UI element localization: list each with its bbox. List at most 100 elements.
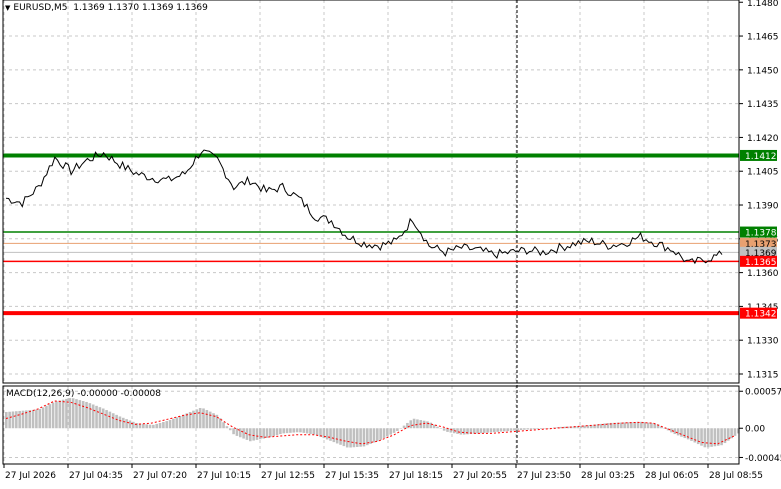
- macd-bar: [165, 421, 169, 429]
- time-tick-label: 28 Jul 03:25: [581, 471, 635, 481]
- macd-bar: [513, 428, 516, 431]
- macd-bar: [11, 411, 15, 429]
- chart-header: ▼ EURUSD,M5 1.1369 1.1370 1.1369 1.1369: [5, 3, 208, 13]
- macd-bar: [168, 420, 172, 429]
- price-tick-label: 1.1390: [747, 202, 779, 212]
- macd-bar: [379, 428, 382, 440]
- time-tick-label: 28 Jul 08:55: [709, 471, 763, 481]
- level-lines[interactable]: [3, 153, 739, 316]
- ohlc-values: 1.1369 1.1370 1.1369 1.1369: [73, 3, 208, 13]
- macd-bar: [8, 411, 11, 429]
- macd-bar: [372, 428, 376, 443]
- macd-bar: [125, 419, 128, 429]
- macd-bar: [439, 428, 443, 429]
- macd-bar: [81, 401, 85, 429]
- chart-svg[interactable]: 1.1480 1.1465 1.1450 1.1435 1.1420 1.1405 1.13…: [0, 0, 781, 489]
- macd-bar: [325, 428, 329, 440]
- macd-bar: [222, 422, 225, 429]
- macd-tick-label: -0.00045: [745, 454, 781, 464]
- time-tick-label: 27 Jul 23:50: [517, 471, 571, 481]
- macd-bar: [142, 423, 145, 429]
- macd-bar: [88, 403, 92, 429]
- macd-bar: [706, 428, 710, 448]
- price-tick-label: 1.1315: [747, 370, 779, 380]
- macd-bar: [493, 428, 496, 433]
- macd-bar: [51, 402, 55, 429]
- macd-bar: [302, 428, 306, 433]
- macd-bar: [456, 428, 459, 434]
- macd-bar: [345, 428, 349, 448]
- macd-bar: [332, 428, 336, 443]
- macd-bar: [175, 417, 179, 429]
- macd-bar: [479, 428, 483, 434]
- dropdown-triangle-icon[interactable]: ▼: [5, 4, 10, 12]
- macd-bar: [35, 409, 38, 429]
- price-tick-label: 1.1480: [747, 0, 779, 9]
- macd-bar: [429, 422, 433, 429]
- macd-bar: [503, 428, 506, 432]
- macd-bar: [466, 428, 469, 435]
- time-axis: 27 Jul 2026 27 Jul 04:35 27 Jul 07:20 27 Ju…: [3, 464, 763, 481]
- macd-bar: [543, 428, 546, 429]
- level-label: 1.1412: [745, 152, 777, 162]
- macd-bar: [178, 416, 182, 429]
- macd-bar: [295, 428, 299, 433]
- macd-bar: [482, 428, 486, 433]
- macd-bar: [462, 428, 466, 435]
- macd-bar: [416, 419, 419, 429]
- macd-bar: [349, 428, 352, 448]
- macd-header: MACD(12,26,9) -0.00000 -0.00008: [6, 389, 162, 399]
- macd-bar: [111, 413, 115, 429]
- macd-bar: [299, 428, 302, 433]
- macd-bar: [382, 428, 386, 439]
- macd-bar: [275, 428, 279, 436]
- macd-bar: [31, 409, 35, 429]
- price-tick-label: 1.1405: [747, 168, 779, 178]
- macd-bar: [259, 428, 262, 440]
- macd-bar: [536, 428, 540, 430]
- macd-bar: [252, 428, 255, 441]
- macd-bar: [55, 401, 58, 429]
- macd-bar: [265, 428, 269, 438]
- macd-bar: [499, 428, 503, 432]
- macd-bar: [703, 428, 707, 448]
- macd-bar: [422, 420, 426, 429]
- price-panel-frame: [2, 0, 740, 384]
- price-line: [5, 149, 723, 265]
- macd-bar: [158, 422, 162, 429]
- macd-bar: [185, 413, 189, 429]
- level-label: 1.1365: [745, 258, 777, 268]
- macd-bar: [516, 428, 519, 431]
- level-label: 1.1342: [745, 310, 777, 320]
- time-tick-label: 27 Jul 18:15: [389, 471, 443, 481]
- level-label: 1.1378: [745, 229, 777, 239]
- macd-bar: [121, 417, 125, 429]
- macd-bar: [339, 428, 342, 445]
- macd-bar: [108, 411, 112, 429]
- macd-bar: [486, 428, 489, 433]
- macd-bar: [312, 428, 316, 435]
- macd-bar: [195, 409, 199, 429]
- macd-bar: [676, 428, 680, 436]
- macd-bar: [723, 428, 727, 444]
- macd-bar: [506, 428, 509, 432]
- macd-bar: [476, 428, 479, 434]
- macd-bar: [389, 428, 392, 435]
- time-tick-label: 27 Jul 12:55: [261, 471, 315, 481]
- macd-bar: [98, 407, 102, 429]
- macd-bar: [533, 428, 536, 430]
- macd-bar: [172, 418, 175, 429]
- macd-bar: [245, 428, 249, 440]
- price-line-group: [5, 149, 723, 265]
- macd-bar: [683, 428, 687, 439]
- macd-bar: [489, 428, 493, 433]
- macd-bar: [5, 412, 8, 429]
- price-tick-label: 1.1330: [747, 337, 779, 347]
- macd-bar: [41, 407, 45, 429]
- macd-bar: [710, 428, 713, 447]
- macd-bar: [95, 405, 98, 429]
- macd-bar: [148, 424, 152, 429]
- macd-bar: [208, 411, 212, 429]
- price-tick-label: 1.1360: [747, 269, 779, 279]
- macd-bar: [101, 408, 105, 429]
